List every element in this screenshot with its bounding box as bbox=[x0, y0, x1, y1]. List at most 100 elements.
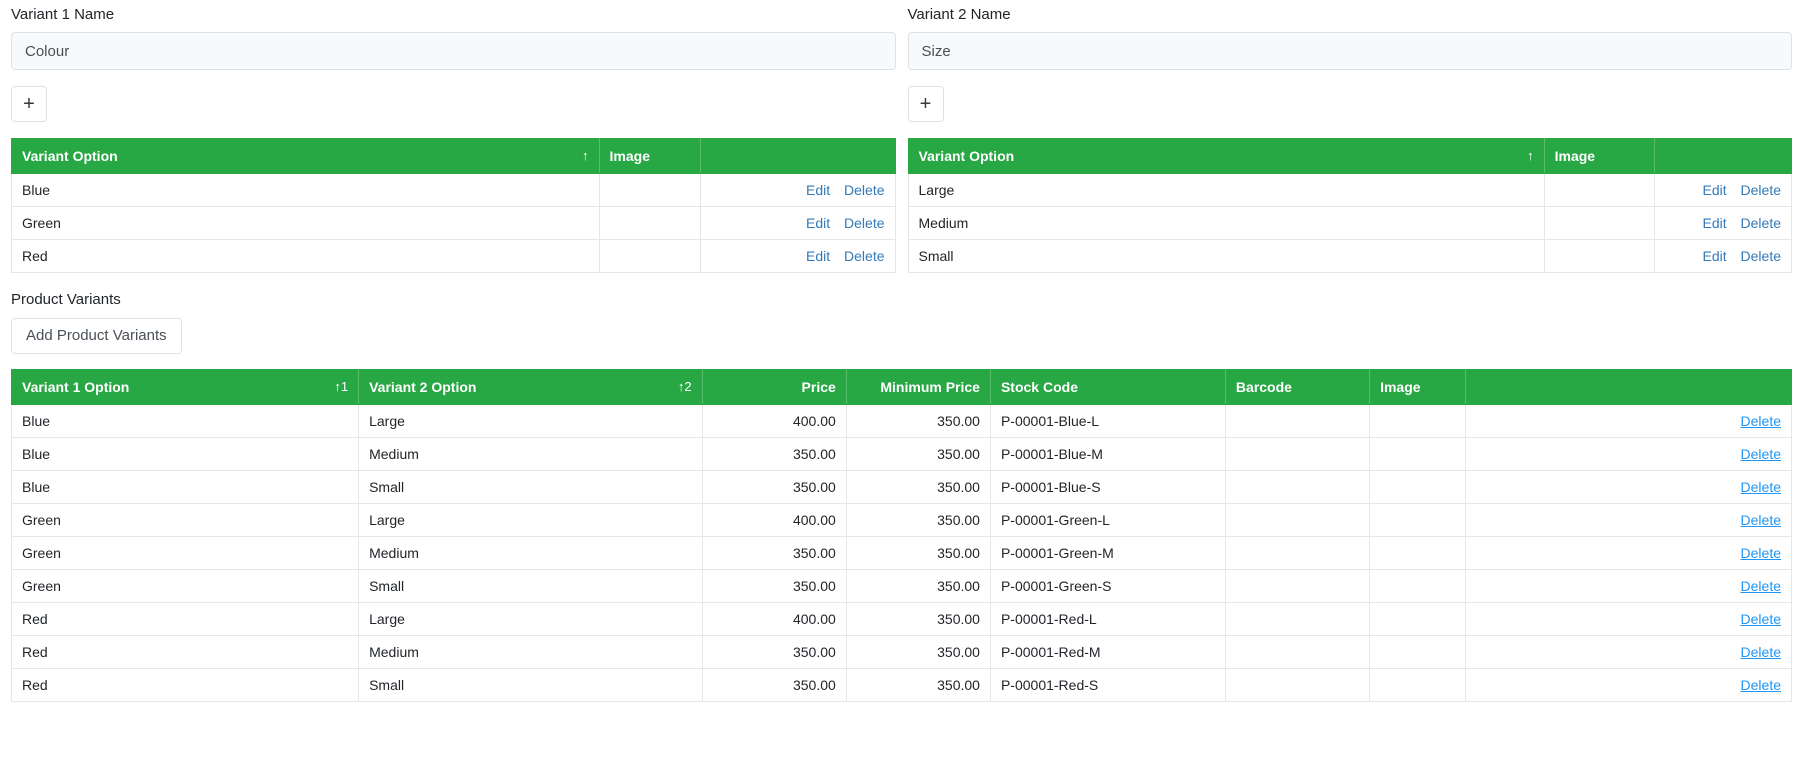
cell-stock-code: P-00001-Blue-S bbox=[989, 470, 1226, 504]
product-variants-label: Product Variants bbox=[11, 291, 121, 308]
product-variants-table: ↑1 Variant 1 Option ↑2 Variant 2 Option … bbox=[10, 369, 1792, 702]
column-header-label: Variant Option bbox=[918, 148, 1015, 164]
table-row: Green Large 400.00 350.00 P-00001-Green-… bbox=[10, 503, 1792, 537]
cell-price: 350.00 bbox=[701, 668, 847, 702]
column-header-image[interactable]: Image bbox=[598, 138, 702, 174]
edit-link[interactable]: Edit bbox=[1703, 182, 1727, 198]
edit-link[interactable]: Edit bbox=[1703, 248, 1727, 264]
cell-variant-1-option: Red bbox=[10, 635, 360, 669]
variant-1-options-body: Blue Edit Delete Green Edit Delete Red E… bbox=[11, 173, 896, 273]
column-header-variant-2-option[interactable]: ↑2 Variant 2 Option bbox=[358, 369, 703, 405]
cell-stock-code: P-00001-Blue-L bbox=[989, 404, 1226, 438]
edit-link[interactable]: Edit bbox=[806, 248, 830, 264]
product-variants-body: Blue Large 400.00 350.00 P-00001-Blue-L … bbox=[10, 404, 1792, 702]
delete-link[interactable]: Delete bbox=[1741, 182, 1781, 198]
cell-price: 350.00 bbox=[701, 437, 847, 471]
add-variant-2-option-button[interactable]: + bbox=[907, 86, 944, 122]
edit-link[interactable]: Edit bbox=[1703, 215, 1727, 231]
cell-minimum-price: 350.00 bbox=[845, 668, 991, 702]
delete-link[interactable]: Delete bbox=[1741, 248, 1781, 264]
cell-image bbox=[598, 239, 702, 273]
table-row: Green Medium 350.00 350.00 P-00001-Green… bbox=[10, 536, 1792, 570]
cell-image bbox=[598, 173, 702, 207]
edit-link[interactable]: Edit bbox=[806, 182, 830, 198]
cell-minimum-price: 350.00 bbox=[845, 503, 991, 537]
cell-minimum-price: 350.00 bbox=[845, 569, 991, 603]
column-header-variant-1-option[interactable]: ↑1 Variant 1 Option bbox=[10, 369, 360, 405]
cell-stock-code: P-00001-Red-S bbox=[989, 668, 1226, 702]
delete-link[interactable]: Delete bbox=[1741, 512, 1781, 528]
cell-variant-option: Red bbox=[11, 239, 600, 273]
cell-stock-code: P-00001-Green-S bbox=[989, 569, 1226, 603]
column-header-barcode[interactable]: Barcode bbox=[1224, 369, 1371, 405]
cell-image bbox=[1543, 173, 1656, 207]
variant-1-panel: Variant 1 Name + ↑ Variant Option Image bbox=[11, 0, 896, 273]
cell-actions: Edit Delete bbox=[700, 206, 896, 240]
column-header-label: Variant 1 Option bbox=[22, 379, 130, 395]
variant-panels: Variant 1 Name + ↑ Variant Option Image bbox=[0, 0, 1803, 273]
delete-link[interactable]: Delete bbox=[844, 248, 884, 264]
product-variants-page: Variant 1 Name + ↑ Variant Option Image bbox=[0, 0, 1803, 762]
column-header-image[interactable]: Image bbox=[1369, 369, 1467, 405]
cell-variant-option: Green bbox=[11, 206, 600, 240]
column-header-price[interactable]: Price bbox=[701, 369, 847, 405]
cell-actions: Delete bbox=[1465, 536, 1792, 570]
table-header-row: ↑ Variant Option Image bbox=[11, 138, 896, 174]
table-row: Small Edit Delete bbox=[907, 239, 1792, 273]
cell-price: 400.00 bbox=[701, 503, 847, 537]
table-row: Medium Edit Delete bbox=[907, 206, 1792, 240]
cell-actions: Edit Delete bbox=[1654, 173, 1792, 207]
cell-image bbox=[1369, 536, 1467, 570]
cell-image bbox=[1369, 404, 1467, 438]
add-variant-1-option-button[interactable]: + bbox=[11, 86, 47, 122]
delete-link[interactable]: Delete bbox=[1741, 545, 1781, 561]
delete-link[interactable]: Delete bbox=[1741, 677, 1781, 693]
cell-variant-2-option: Medium bbox=[358, 536, 703, 570]
variant-2-name-input[interactable] bbox=[907, 32, 1792, 70]
column-header-variant-option[interactable]: ↑ Variant Option bbox=[907, 138, 1545, 174]
cell-variant-1-option: Blue bbox=[10, 470, 360, 504]
cell-image bbox=[1369, 602, 1467, 636]
delete-link[interactable]: Delete bbox=[1741, 578, 1781, 594]
product-variants-section: Product Variants Add Product Variants ↑1… bbox=[0, 291, 1803, 702]
add-product-variants-button[interactable]: Add Product Variants bbox=[11, 318, 182, 354]
delete-link[interactable]: Delete bbox=[844, 215, 884, 231]
variant-1-name-input[interactable] bbox=[11, 32, 896, 70]
cell-image bbox=[598, 206, 702, 240]
cell-stock-code: P-00001-Red-L bbox=[989, 602, 1226, 636]
cell-barcode bbox=[1224, 668, 1371, 702]
cell-variant-2-option: Small bbox=[358, 569, 703, 603]
cell-stock-code: P-00001-Blue-M bbox=[989, 437, 1226, 471]
delete-link[interactable]: Delete bbox=[1741, 479, 1781, 495]
edit-link[interactable]: Edit bbox=[806, 215, 830, 231]
cell-actions: Edit Delete bbox=[1654, 206, 1792, 240]
cell-actions: Edit Delete bbox=[700, 239, 896, 273]
cell-variant-2-option: Large bbox=[358, 404, 703, 438]
column-header-minimum-price[interactable]: Minimum Price bbox=[845, 369, 991, 405]
table-row: Red Small 350.00 350.00 P-00001-Red-S De… bbox=[10, 668, 1792, 702]
column-header-actions bbox=[1465, 369, 1792, 405]
table-row: Red Edit Delete bbox=[11, 239, 896, 273]
table-row: Green Edit Delete bbox=[11, 206, 896, 240]
column-header-image[interactable]: Image bbox=[1543, 138, 1656, 174]
cell-variant-1-option: Red bbox=[10, 668, 360, 702]
column-header-stock-code[interactable]: Stock Code bbox=[989, 369, 1226, 405]
cell-variant-1-option: Green bbox=[10, 536, 360, 570]
delete-link[interactable]: Delete bbox=[844, 182, 884, 198]
column-header-actions bbox=[700, 138, 896, 174]
delete-link[interactable]: Delete bbox=[1741, 446, 1781, 462]
delete-link[interactable]: Delete bbox=[1741, 611, 1781, 627]
variant-2-name-label: Variant 2 Name bbox=[907, 6, 1011, 23]
cell-variant-1-option: Red bbox=[10, 602, 360, 636]
column-header-variant-option[interactable]: ↑ Variant Option bbox=[11, 138, 600, 174]
cell-actions: Edit Delete bbox=[700, 173, 896, 207]
cell-barcode bbox=[1224, 503, 1371, 537]
delete-link[interactable]: Delete bbox=[1741, 215, 1781, 231]
cell-stock-code: P-00001-Green-M bbox=[989, 536, 1226, 570]
cell-variant-1-option: Green bbox=[10, 569, 360, 603]
cell-image bbox=[1369, 470, 1467, 504]
delete-link[interactable]: Delete bbox=[1741, 413, 1781, 429]
cell-price: 400.00 bbox=[701, 602, 847, 636]
delete-link[interactable]: Delete bbox=[1741, 644, 1781, 660]
variant-2-panel: Variant 2 Name + ↑ Variant Option Image bbox=[907, 0, 1792, 273]
